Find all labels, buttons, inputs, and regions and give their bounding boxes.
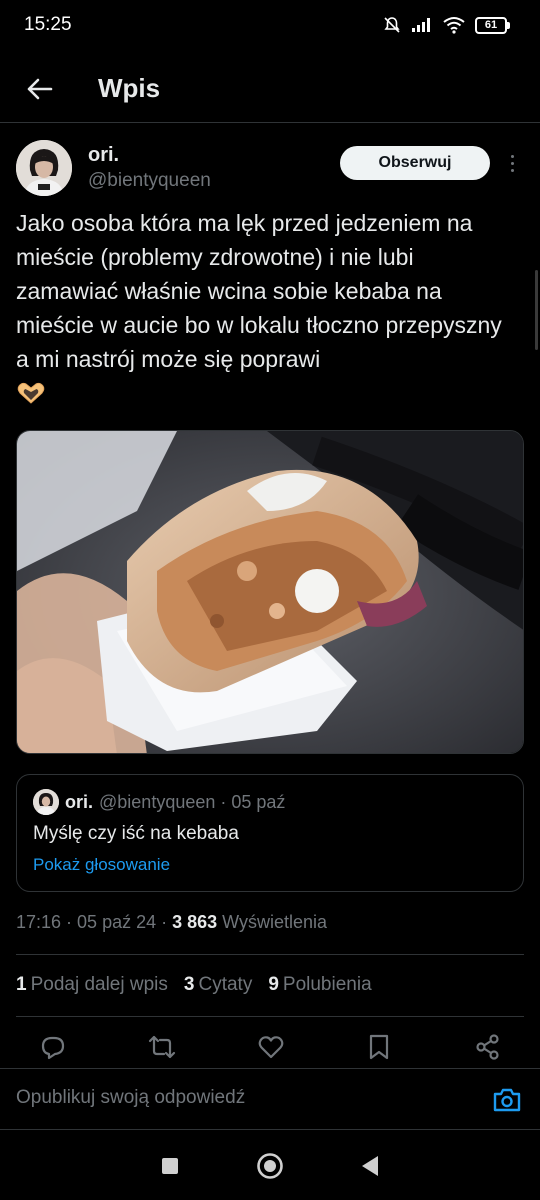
- quotes-stat[interactable]: 3 Cytaty: [184, 974, 252, 996]
- share-button[interactable]: [473, 1032, 503, 1062]
- back-button[interactable]: [0, 55, 80, 123]
- reply-button[interactable]: [38, 1032, 68, 1062]
- reply-bar: Opublikuj swoją odpowiedź: [0, 1068, 540, 1130]
- reposts-label: Podaj dalej wpis: [30, 974, 168, 995]
- stats-row: 1 Podaj dalej wpis 3 Cytaty 9 Polubienia: [16, 974, 372, 996]
- triangle-back-icon: [362, 1156, 378, 1176]
- views-label: Wyświetlenia: [217, 912, 328, 932]
- author-name[interactable]: ori.: [88, 144, 119, 167]
- battery-icon: 61: [475, 16, 510, 34]
- reposts-stat[interactable]: 1 Podaj dalej wpis: [16, 974, 168, 996]
- quote-text: Myślę czy iść na kebaba: [33, 823, 239, 844]
- recents-button[interactable]: [150, 1146, 190, 1186]
- bookmark-icon: [370, 1034, 389, 1060]
- author-row: ori. @bientyqueen Obserwuj: [16, 140, 524, 200]
- follow-button[interactable]: Obserwuj: [340, 146, 490, 180]
- page-title: Wpis: [98, 73, 161, 103]
- post-image[interactable]: [16, 430, 524, 754]
- more-dot-icon: [510, 161, 514, 165]
- repost-icon: [148, 1035, 175, 1059]
- post-body: Jako osoba która ma lęk przed jedzeniem …: [16, 210, 502, 372]
- wifi-icon: [443, 17, 465, 34]
- divider: [16, 1016, 524, 1017]
- more-dot-icon: [510, 154, 514, 158]
- status-icons: 61: [383, 16, 510, 34]
- status-bar: 15:25 61: [0, 0, 540, 50]
- quote-avatar: [33, 789, 59, 815]
- scrollbar[interactable]: [535, 270, 538, 350]
- kebab-photo: [17, 431, 523, 753]
- camera-icon: [493, 1088, 521, 1112]
- back-nav-button[interactable]: [350, 1146, 390, 1186]
- more-options-button[interactable]: [502, 148, 522, 178]
- home-circle-icon: [257, 1153, 283, 1179]
- home-button[interactable]: [250, 1146, 290, 1186]
- bell-muted-icon: [384, 17, 400, 33]
- bookmark-button[interactable]: [364, 1032, 394, 1062]
- views-count: 3 863: [172, 912, 218, 932]
- reposts-count: 1: [16, 974, 27, 995]
- post-time-date: 17:16 · 05 paź 24 ·: [16, 912, 173, 932]
- quote-meta: @bientyqueen · 05 paź: [99, 791, 286, 812]
- share-icon: [476, 1034, 499, 1060]
- status-time: 15:25: [24, 14, 72, 35]
- quoted-post[interactable]: ori. @bientyqueen · 05 paź Myślę czy iść…: [16, 774, 524, 892]
- likes-stat[interactable]: 9 Polubienia: [268, 974, 371, 996]
- quotes-count: 3: [183, 974, 195, 995]
- like-button[interactable]: [256, 1032, 286, 1062]
- camera-button[interactable]: [490, 1083, 524, 1117]
- likes-label: Polubienia: [282, 974, 372, 995]
- battery-level: 61: [475, 16, 507, 34]
- divider: [16, 954, 524, 955]
- square-icon: [162, 1158, 178, 1174]
- reply-icon: [41, 1036, 65, 1060]
- app-header: Wpis: [0, 55, 540, 123]
- like-icon: [258, 1036, 283, 1059]
- reply-input[interactable]: Opublikuj swoją odpowiedź: [16, 1087, 245, 1109]
- more-dot-icon: [510, 168, 514, 172]
- repost-button[interactable]: [147, 1032, 177, 1062]
- heart-hands-icon: [16, 380, 46, 415]
- avatar[interactable]: [16, 140, 72, 196]
- likes-count: 9: [268, 974, 279, 995]
- show-poll-link[interactable]: Pokaż głosowanie: [33, 855, 170, 875]
- quotes-label: Cytaty: [198, 974, 253, 995]
- timestamp-row: 17:16 · 05 paź 24 · 3 863 Wyświetlenia: [16, 912, 327, 933]
- back-arrow-icon: [27, 78, 53, 99]
- system-nav-bar: [0, 1132, 540, 1200]
- post-text: Jako osoba która ma lęk przed jedzeniem …: [16, 206, 516, 415]
- quote-author-name: ori.: [65, 791, 94, 812]
- quote-header: ori. @bientyqueen · 05 paź: [33, 789, 285, 815]
- signal-icon: [412, 18, 430, 32]
- actions-row: [0, 1032, 540, 1072]
- author-handle[interactable]: @bientyqueen: [88, 170, 211, 192]
